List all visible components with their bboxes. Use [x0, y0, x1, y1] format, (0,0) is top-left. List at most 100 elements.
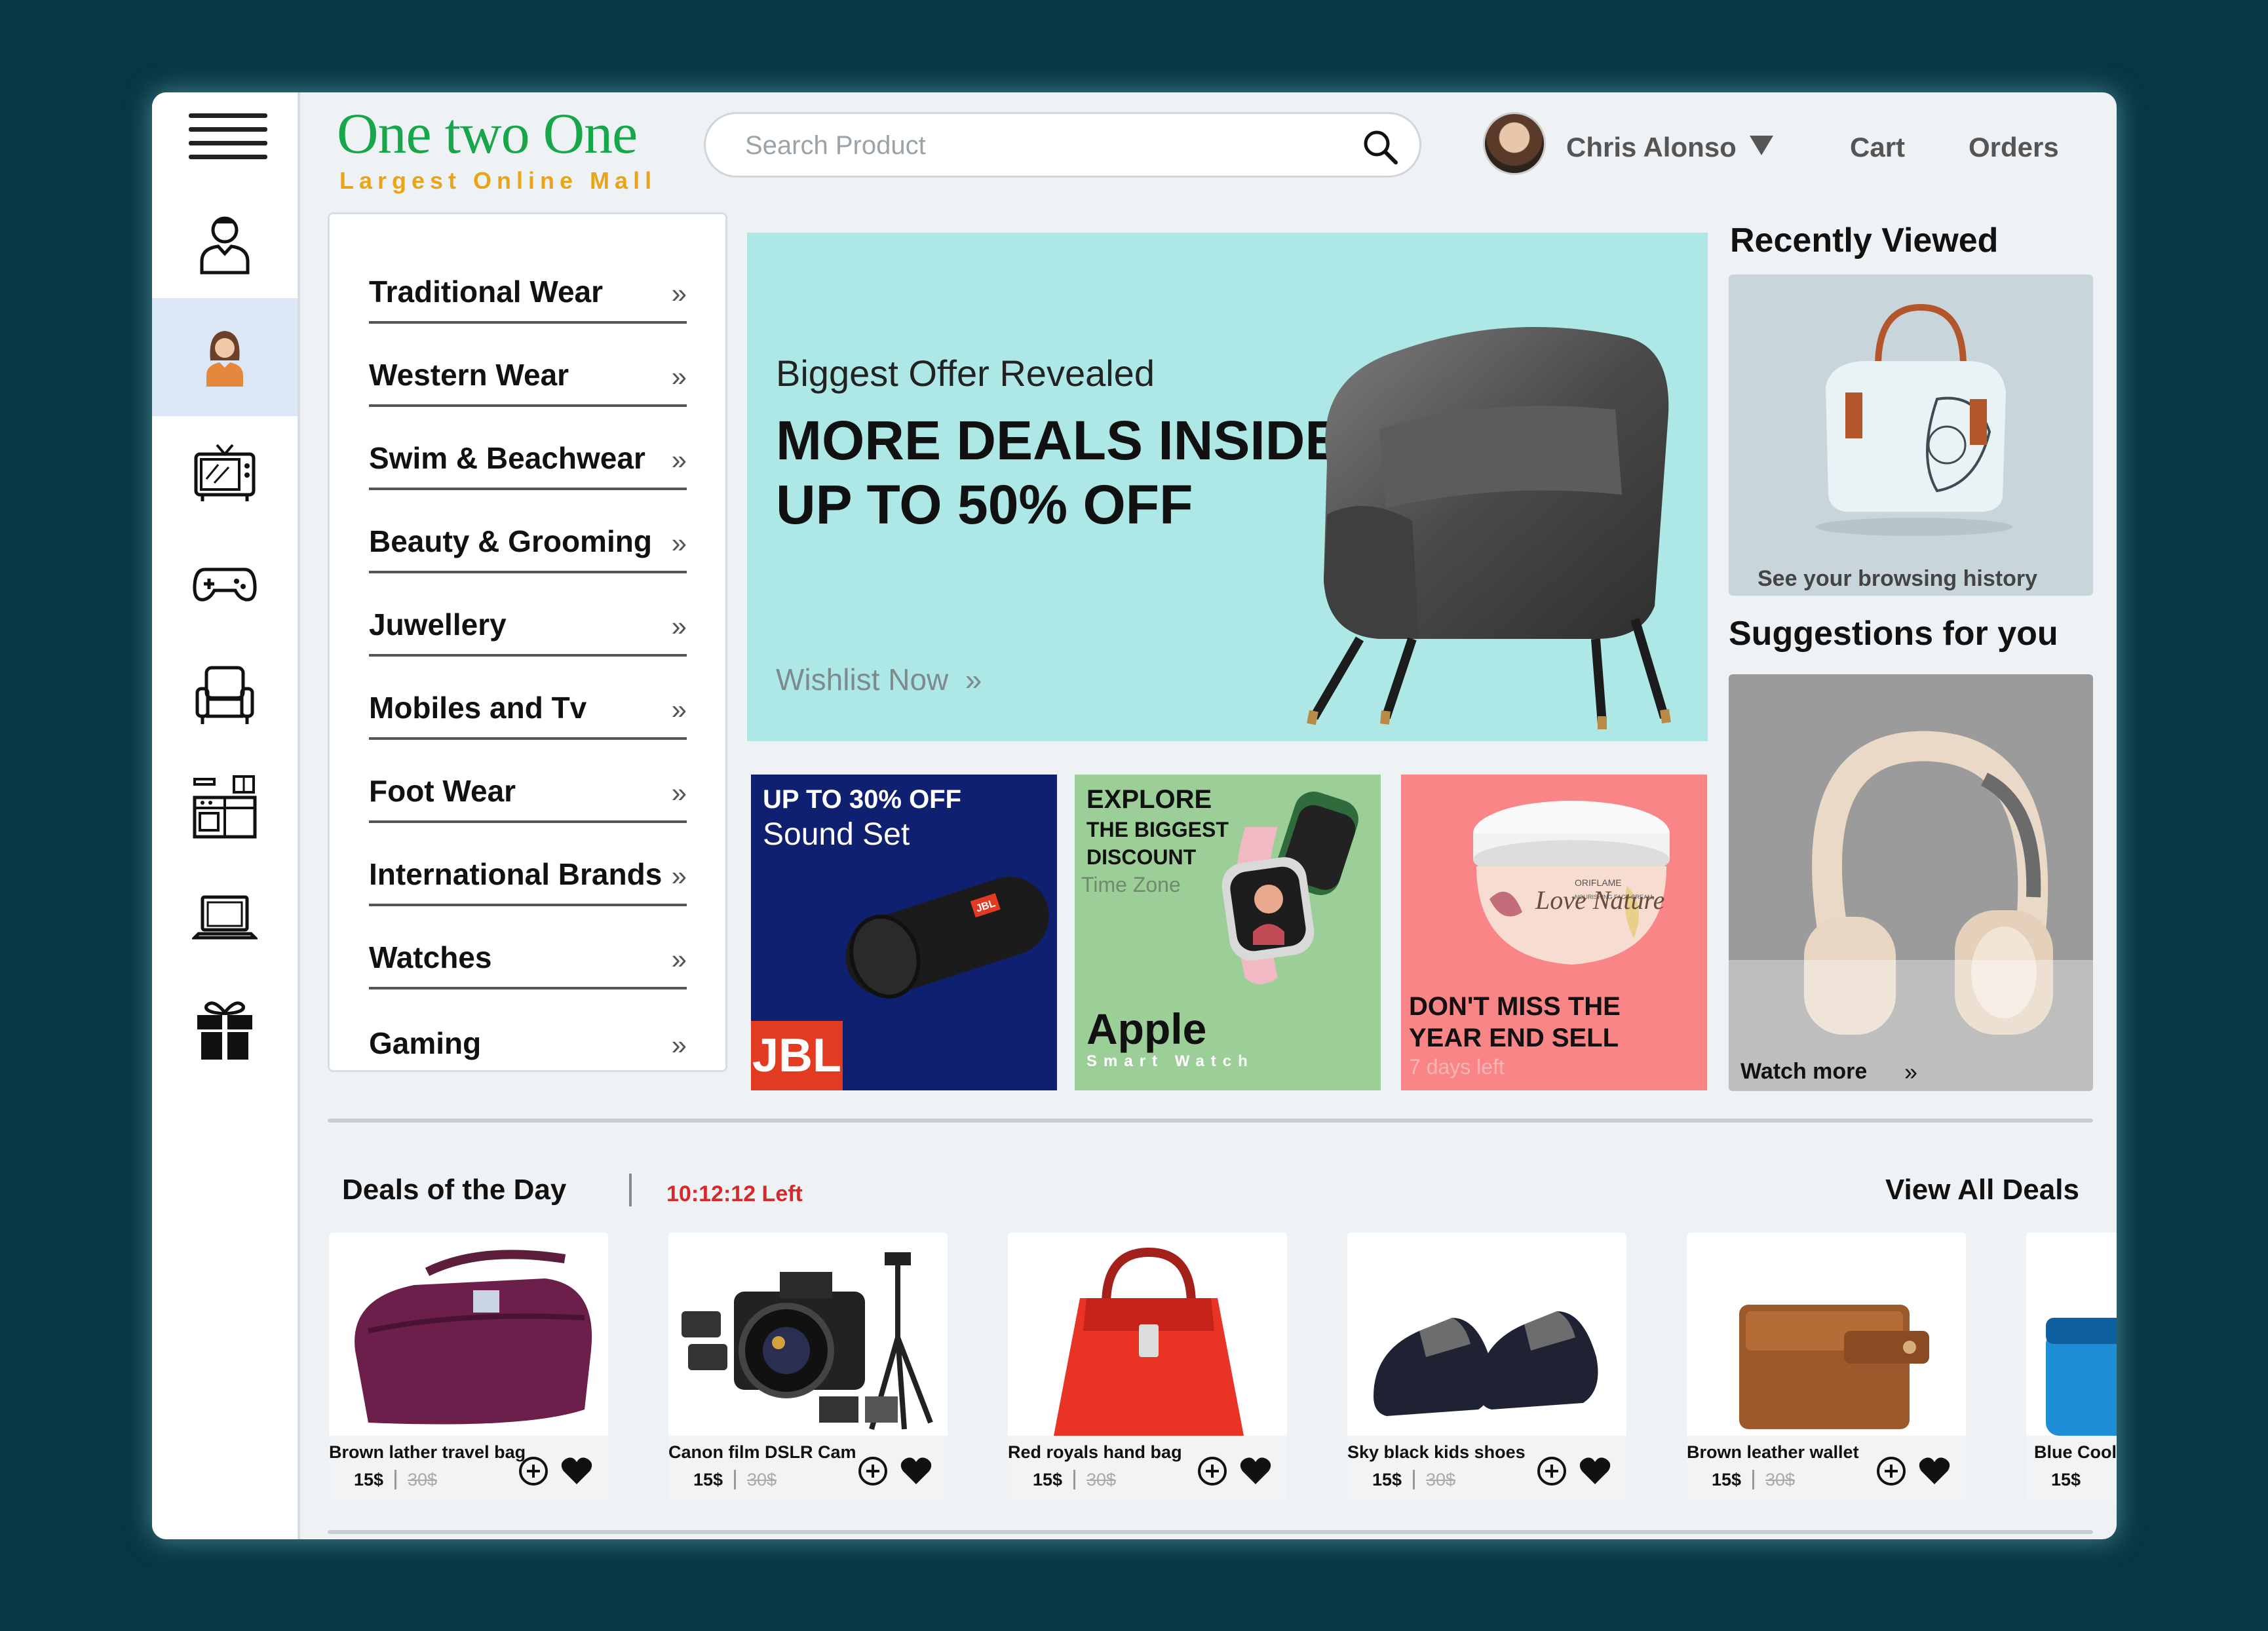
promo-subtitle: Sound Set — [763, 817, 910, 852]
product-old-price: 30$ — [408, 1470, 438, 1489]
jar-brand-text: ORIFLAME — [1575, 877, 1622, 888]
product-price: 15$ — [1372, 1470, 1402, 1489]
avatar[interactable] — [1483, 112, 1546, 175]
product-info: Canon film DSLR Cam 15$ 30$ — [668, 1436, 948, 1500]
category-item[interactable]: International Brands » — [369, 823, 687, 906]
product-card[interactable]: Blue Cool 15$ — [2026, 1233, 2117, 1500]
product-price: 15$ — [354, 1470, 384, 1489]
search-input[interactable] — [745, 127, 1335, 164]
double-chevron-right-icon: » — [671, 528, 687, 558]
brand-logo[interactable]: One two One Largest Online Mall — [337, 106, 657, 195]
category-item[interactable]: Foot Wear » — [369, 740, 687, 823]
view-all-deals-link[interactable]: View All Deals — [1885, 1174, 2079, 1206]
cart-link[interactable]: Cart — [1850, 132, 1905, 163]
product-name: Red royals hand bag — [1008, 1442, 1182, 1462]
promo-cream[interactable]: Love Nature ORIFLAME NOURISHING FACE CRE… — [1401, 775, 1707, 1090]
heart-icon[interactable] — [1578, 1455, 1612, 1487]
add-to-cart-icon[interactable] — [1875, 1455, 1907, 1487]
product-price: 15$ — [2051, 1470, 2081, 1489]
product-card[interactable]: Canon film DSLR Cam 15$ 30$ — [668, 1233, 948, 1500]
orders-link[interactable]: Orders — [1969, 132, 2059, 163]
laptop-icon[interactable] — [152, 859, 298, 977]
category-item[interactable]: Swim & Beachwear » — [369, 407, 687, 490]
hair-gel-image — [2046, 1318, 2117, 1436]
category-label: Mobiles and Tv — [369, 691, 587, 725]
wishlist-now-link[interactable]: Wishlist Now » — [776, 662, 982, 697]
hero-subtitle: Biggest Offer Revealed — [776, 353, 1155, 394]
deals-timer: 10:12:12 Left — [666, 1181, 803, 1206]
add-to-cart-icon[interactable] — [518, 1455, 549, 1487]
heart-icon[interactable] — [1917, 1455, 1951, 1487]
product-info: Brown lather travel bag 15$ 30$ — [329, 1436, 608, 1500]
heart-icon[interactable] — [1239, 1455, 1273, 1487]
category-item[interactable]: Western Wear » — [369, 324, 687, 407]
brand-name: One two One — [337, 102, 638, 166]
promo-subtitle: Time Zone — [1081, 873, 1181, 896]
category-label: Beauty & Grooming — [369, 524, 652, 558]
heart-icon[interactable] — [899, 1455, 933, 1487]
product-price: 15$ — [1712, 1470, 1742, 1489]
gift-icon[interactable] — [152, 970, 298, 1088]
hero-headline-line: MORE DEALS INSIDE — [776, 410, 1342, 471]
handbag-image — [1816, 303, 2012, 536]
smartwatch-image — [1221, 792, 1358, 984]
product-old-price: 30$ — [1426, 1470, 1456, 1489]
product-info: Blue Cool 15$ — [2026, 1436, 2117, 1500]
add-to-cart-icon[interactable] — [857, 1455, 889, 1487]
kids-shoes-image — [1374, 1311, 1598, 1416]
icon-rail — [152, 92, 300, 1539]
price-separator — [734, 1470, 736, 1489]
recently-viewed-card[interactable]: See your browsing history — [1729, 275, 2093, 596]
product-name: Brown lather travel bag — [329, 1442, 526, 1462]
speaker-image: JBL — [845, 877, 1049, 999]
women-icon[interactable] — [152, 298, 298, 416]
heart-icon[interactable] — [560, 1455, 594, 1487]
category-item[interactable]: Watches » — [369, 906, 687, 989]
promo-jbl[interactable]: UP TO 30% OFF Sound Set JBL JBL — [751, 775, 1057, 1090]
add-to-cart-icon[interactable] — [1197, 1455, 1228, 1487]
section-divider — [328, 1530, 2093, 1534]
search-icon[interactable] — [1362, 128, 1398, 165]
hero-banner[interactable]: Biggest Offer Revealed MORE DEALS INSIDE… — [747, 233, 1708, 741]
category-item[interactable]: Gaming » — [369, 989, 687, 1073]
armchair-icon[interactable] — [152, 636, 298, 754]
promo-subtitle: 7 days left — [1409, 1055, 1505, 1079]
add-to-cart-icon[interactable] — [1536, 1455, 1567, 1487]
browsing-history-link[interactable]: See your browsing history — [1758, 566, 2037, 592]
jbl-logo: JBL — [751, 1021, 843, 1090]
men-icon[interactable] — [152, 184, 298, 302]
product-price: 15$ — [1033, 1470, 1063, 1489]
double-chevron-right-icon: » — [671, 694, 687, 725]
gamepad-icon[interactable] — [152, 524, 298, 642]
promo-apple[interactable]: EXPLORE THE BIGGEST DISCOUNT Time Zone A… — [1075, 775, 1381, 1090]
hamburger-menu-icon[interactable] — [189, 104, 267, 166]
product-card[interactable]: Sky black kids shoes 15$ 30$ — [1347, 1233, 1626, 1500]
kitchen-icon[interactable] — [152, 748, 298, 866]
wallet-image — [1739, 1305, 1929, 1429]
category-item[interactable]: Beauty & Grooming » — [369, 490, 687, 573]
user-name[interactable]: Chris Alonso — [1566, 132, 1737, 163]
price-separator — [394, 1470, 396, 1489]
watch-more-link[interactable]: Watch more — [1740, 1059, 1867, 1084]
product-info: Red royals hand bag 15$ 30$ — [1008, 1436, 1287, 1500]
category-label: Gaming — [369, 1026, 482, 1060]
suggestions-title: Suggestions for you — [1729, 615, 2058, 653]
tv-icon[interactable] — [152, 413, 298, 531]
product-card[interactable]: Red royals hand bag 15$ 30$ — [1008, 1233, 1287, 1500]
product-name: Blue Cool — [2034, 1442, 2117, 1462]
promo-line: DISCOUNT — [1086, 845, 1197, 869]
product-card[interactable]: Brown leather wallet 15$ 30$ — [1687, 1233, 1966, 1500]
category-item[interactable]: Juwellery » — [369, 573, 687, 657]
category-item[interactable]: Mobiles and Tv » — [369, 657, 687, 740]
category-label: Juwellery — [369, 607, 507, 642]
product-card[interactable]: Brown lather travel bag 15$ 30$ — [329, 1233, 608, 1500]
chevron-down-icon[interactable] — [1750, 136, 1773, 155]
brand-tagline: Largest Online Mall — [339, 167, 657, 194]
category-item[interactable]: Traditional Wear » — [369, 240, 687, 324]
double-chevron-right-icon: » — [671, 1029, 687, 1060]
deals-title: Deals of the Day — [342, 1174, 567, 1206]
promo-brand: Apple — [1086, 1005, 1207, 1053]
suggestions-card[interactable]: Watch more » — [1729, 674, 2093, 1091]
double-chevron-right-icon: » — [671, 777, 687, 808]
double-chevron-right-icon: » — [671, 611, 687, 642]
